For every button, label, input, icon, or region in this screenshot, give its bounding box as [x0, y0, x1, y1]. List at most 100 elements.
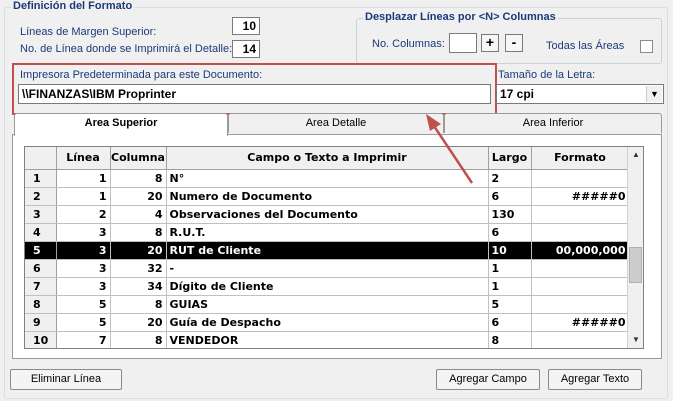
detail-line-input[interactable]: 14: [232, 40, 260, 58]
linea-cell[interactable]: 5: [56, 295, 111, 314]
columna-cell[interactable]: 4: [110, 205, 167, 224]
header-linea[interactable]: Línea: [56, 147, 111, 170]
linea-cell[interactable]: 3: [56, 277, 111, 296]
columns-input[interactable]: [449, 33, 477, 53]
linea-cell[interactable]: 5: [56, 313, 111, 332]
campo-cell[interactable]: GUIAS: [166, 295, 489, 314]
table-row[interactable]: 5 3 20 RUT de Cliente 10 00,000,000: [25, 241, 630, 260]
row-number-cell[interactable]: 9: [25, 313, 57, 332]
formato-cell[interactable]: [531, 331, 630, 348]
formato-cell[interactable]: #####0: [531, 187, 630, 206]
columna-cell[interactable]: 8: [110, 223, 167, 242]
largo-cell[interactable]: 2: [488, 169, 532, 188]
tab-area-inferior[interactable]: Area Inferior: [444, 113, 662, 133]
linea-cell[interactable]: 3: [56, 223, 111, 242]
columna-cell[interactable]: 20: [110, 313, 167, 332]
formato-cell[interactable]: [531, 259, 630, 278]
columna-cell[interactable]: 8: [110, 295, 167, 314]
minus-button[interactable]: -: [505, 34, 523, 52]
table-row[interactable]: 7 3 34 Dígito de Cliente 1: [25, 277, 630, 296]
campo-cell[interactable]: Guía de Despacho: [166, 313, 489, 332]
campo-cell[interactable]: VENDEDOR: [166, 331, 489, 348]
row-number-cell[interactable]: 4: [25, 223, 57, 242]
table-row[interactable]: 2 1 20 Numero de Documento 6 #####0: [25, 187, 630, 206]
header-campo[interactable]: Campo o Texto a Imprimir: [166, 147, 489, 170]
campo-cell[interactable]: RUT de Cliente: [166, 241, 489, 260]
formato-cell[interactable]: [531, 295, 630, 314]
campo-cell[interactable]: Observaciones del Documento: [166, 205, 489, 224]
all-areas-checkbox[interactable]: [640, 40, 653, 53]
formato-cell[interactable]: [531, 169, 630, 188]
formato-cell[interactable]: 00,000,000: [531, 241, 630, 260]
tab-area-superior[interactable]: Area Superior: [14, 113, 228, 136]
linea-cell[interactable]: 1: [56, 169, 111, 188]
table-row[interactable]: 6 3 32-1: [25, 259, 630, 278]
shift-lines-title: Desplazar Líneas por <N> Columnas: [363, 11, 558, 23]
columna-cell[interactable]: 8: [110, 169, 167, 188]
table-row[interactable]: 10 7 8 VENDEDOR 8: [25, 331, 630, 348]
row-number-cell[interactable]: 7: [25, 277, 57, 296]
campo-cell[interactable]: Numero de Documento: [166, 187, 489, 206]
row-number-cell[interactable]: 3: [25, 205, 57, 224]
add-field-button[interactable]: Agregar Campo: [436, 369, 540, 390]
largo-cell[interactable]: 8: [488, 331, 532, 348]
table-row[interactable]: 4 3 8 R.U.T. 6: [25, 223, 630, 242]
largo-cell[interactable]: 130: [488, 205, 532, 224]
tab-area-detalle[interactable]: Area Detalle: [228, 113, 444, 133]
largo-cell[interactable]: 6: [488, 187, 532, 206]
columna-cell[interactable]: 20: [110, 241, 167, 260]
fields-grid[interactable]: Línea Columna Campo o Texto a Imprimir L…: [24, 146, 644, 349]
linea-cell[interactable]: 3: [56, 241, 111, 260]
largo-cell[interactable]: 6: [488, 313, 532, 332]
printer-label: Impresora Predeterminada para este Docum…: [20, 69, 263, 81]
margin-lines-input[interactable]: 10: [232, 17, 260, 35]
largo-cell[interactable]: 5: [488, 295, 532, 314]
printer-input[interactable]: \\FINANZAS\IBM Proprinter: [18, 84, 491, 104]
table-row[interactable]: 8 5 8 GUIAS 5: [25, 295, 630, 314]
chevron-down-icon[interactable]: ▼: [646, 86, 662, 102]
row-number-cell[interactable]: 8: [25, 295, 57, 314]
table-row[interactable]: 3 2 4 Observaciones del Documento 130: [25, 205, 630, 224]
campo-cell[interactable]: Dígito de Cliente: [166, 277, 489, 296]
campo-cell[interactable]: R.U.T.: [166, 223, 489, 242]
linea-cell[interactable]: 7: [56, 331, 111, 348]
largo-cell[interactable]: 6: [488, 223, 532, 242]
plus-button[interactable]: +: [481, 34, 499, 52]
header-formato[interactable]: Formato: [531, 147, 630, 170]
largo-cell[interactable]: 1: [488, 277, 532, 296]
row-number-cell[interactable]: 1: [25, 169, 57, 188]
linea-cell[interactable]: 1: [56, 187, 111, 206]
columna-cell[interactable]: 8: [110, 331, 167, 348]
linea-cell[interactable]: 3: [56, 259, 111, 278]
vertical-scrollbar[interactable]: ▲ ▼: [627, 147, 643, 348]
delete-line-button[interactable]: Eliminar Línea: [10, 369, 122, 390]
formato-cell[interactable]: #####0: [531, 313, 630, 332]
font-size-value: 17 cpi: [500, 87, 535, 101]
row-number-cell[interactable]: 10: [25, 331, 57, 348]
row-number-cell[interactable]: 2: [25, 187, 57, 206]
columna-cell[interactable]: 20: [110, 187, 167, 206]
columna-cell[interactable]: 34: [110, 277, 167, 296]
formato-cell[interactable]: [531, 205, 630, 224]
formato-cell[interactable]: [531, 277, 630, 296]
add-text-button[interactable]: Agregar Texto: [548, 369, 642, 390]
table-row[interactable]: 1 1 8 N° 2: [25, 169, 630, 188]
row-number-cell[interactable]: 6: [25, 259, 57, 278]
table-row[interactable]: 9 5 20 Guía de Despacho 6 #####0: [25, 313, 630, 332]
campo-cell[interactable]: N°: [166, 169, 489, 188]
row-number-cell[interactable]: 5: [25, 241, 57, 260]
scroll-up-icon[interactable]: ▲: [628, 147, 643, 163]
scrollbar-thumb[interactable]: [629, 247, 642, 283]
largo-cell[interactable]: 1: [488, 259, 532, 278]
columna-cell[interactable]: 32: [110, 259, 167, 278]
linea-cell[interactable]: 2: [56, 205, 111, 224]
formato-cell[interactable]: [531, 223, 630, 242]
header-columna[interactable]: Columna: [110, 147, 167, 170]
header-largo[interactable]: Largo: [488, 147, 532, 170]
scroll-down-icon[interactable]: ▼: [628, 332, 643, 348]
all-areas-label: Todas las Áreas: [546, 40, 625, 52]
header-row-number: [25, 147, 57, 170]
largo-cell[interactable]: 10: [488, 241, 532, 260]
font-size-select[interactable]: 17 cpi ▼: [496, 84, 664, 104]
campo-cell[interactable]: -: [166, 259, 489, 278]
